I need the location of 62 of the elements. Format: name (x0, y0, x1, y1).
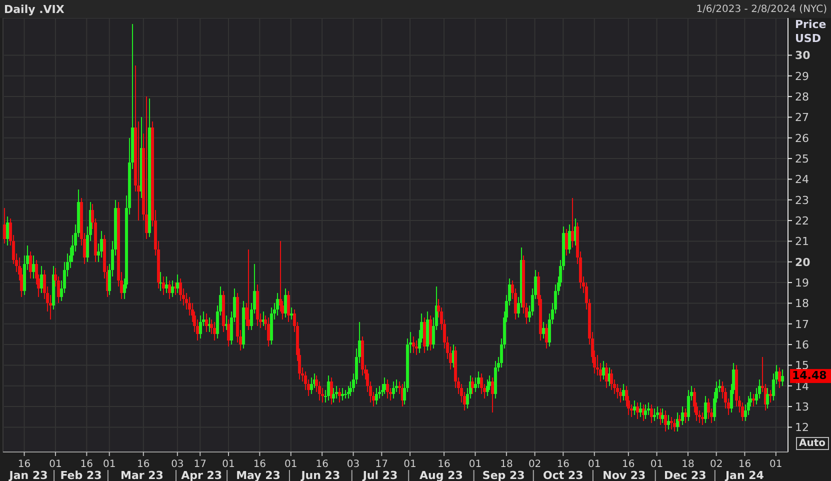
date-tick-label: 01 (49, 459, 62, 470)
date-tick-label: 17 (375, 459, 388, 470)
date-tick-label: 16 (438, 459, 450, 470)
price-tick-label: 12 (795, 421, 809, 434)
date-tick-label: 17 (194, 459, 206, 470)
price-tick-label: 19 (795, 276, 809, 290)
price-tick-label: 16 (795, 338, 809, 352)
price-tick-label: 24 (795, 173, 809, 186)
month-label: Aug 23 (420, 469, 463, 481)
date-tick-label: 16 (316, 459, 328, 470)
price-tick-label: 26 (795, 132, 809, 145)
price-tick-label: 22 (795, 214, 809, 228)
date-range: 1/6/2023 - 2/8/2024 (NYC) (696, 4, 827, 14)
price-tick-label: 23 (795, 194, 809, 207)
price-tick-label: 27 (795, 111, 809, 124)
price-tick-label: 20 (795, 256, 810, 269)
month-label: May 23 (236, 469, 280, 481)
axis-title: USD (795, 32, 821, 45)
date-tick-label: 01 (404, 459, 416, 470)
axis-title: Price (795, 18, 826, 31)
date-tick-label: 18 (682, 459, 694, 470)
date-tick-label: 01 (103, 459, 116, 470)
date-tick-label: 02 (528, 459, 542, 470)
auto-scale-button[interactable]: Auto (796, 437, 829, 450)
month-label: Jun 23 (301, 469, 340, 481)
date-tick-label: 16 (137, 459, 150, 470)
date-tick-label: 01 (468, 459, 482, 470)
price-tick-label: 29 (795, 70, 809, 83)
date-tick-label: 16 (253, 459, 266, 470)
date-tick-label: 03 (171, 459, 184, 470)
date-tick-label: 16 (622, 459, 635, 470)
date-tick-label: 16 (80, 459, 94, 470)
date-tick-label: 16 (556, 459, 570, 470)
month-label: Oct 23 (543, 469, 584, 481)
price-tick-label: 13 (795, 400, 809, 414)
month-label: Mar 23 (120, 469, 164, 481)
price-tick-label: 28 (795, 90, 809, 104)
month-label: Apr 23 (181, 469, 222, 481)
price-tick-label: 17 (795, 318, 809, 331)
date-tick-label: 16 (18, 459, 31, 470)
month-label: Jan 23 (9, 469, 48, 481)
date-tick-label: 01 (588, 459, 601, 470)
month-label: Nov 23 (602, 469, 646, 481)
date-tick-label: 03 (346, 459, 360, 470)
price-tick-label: 25 (795, 152, 809, 166)
last-price-tag: 14.48 (790, 368, 831, 383)
month-label: Jul 23 (362, 469, 398, 481)
price-tick-label: 18 (795, 297, 809, 310)
price-tick-label: 30 (795, 49, 810, 62)
date-tick-label: 16 (738, 459, 752, 470)
date-tick-label: 01 (650, 459, 664, 470)
month-label: Dec 23 (664, 469, 706, 481)
date-tick-label: 18 (500, 459, 513, 470)
month-label: Jan 24 (725, 469, 764, 481)
date-tick-label: 02 (710, 459, 723, 470)
chart-title: Daily .VIX (4, 2, 64, 16)
date-tick-label: 01 (284, 459, 298, 470)
date-tick-label: 01 (770, 459, 782, 470)
month-label: Feb 23 (60, 469, 102, 481)
month-label: Sep 23 (482, 469, 525, 481)
price-tick-label: 21 (795, 235, 809, 248)
date-tick-label: 01 (222, 459, 235, 470)
